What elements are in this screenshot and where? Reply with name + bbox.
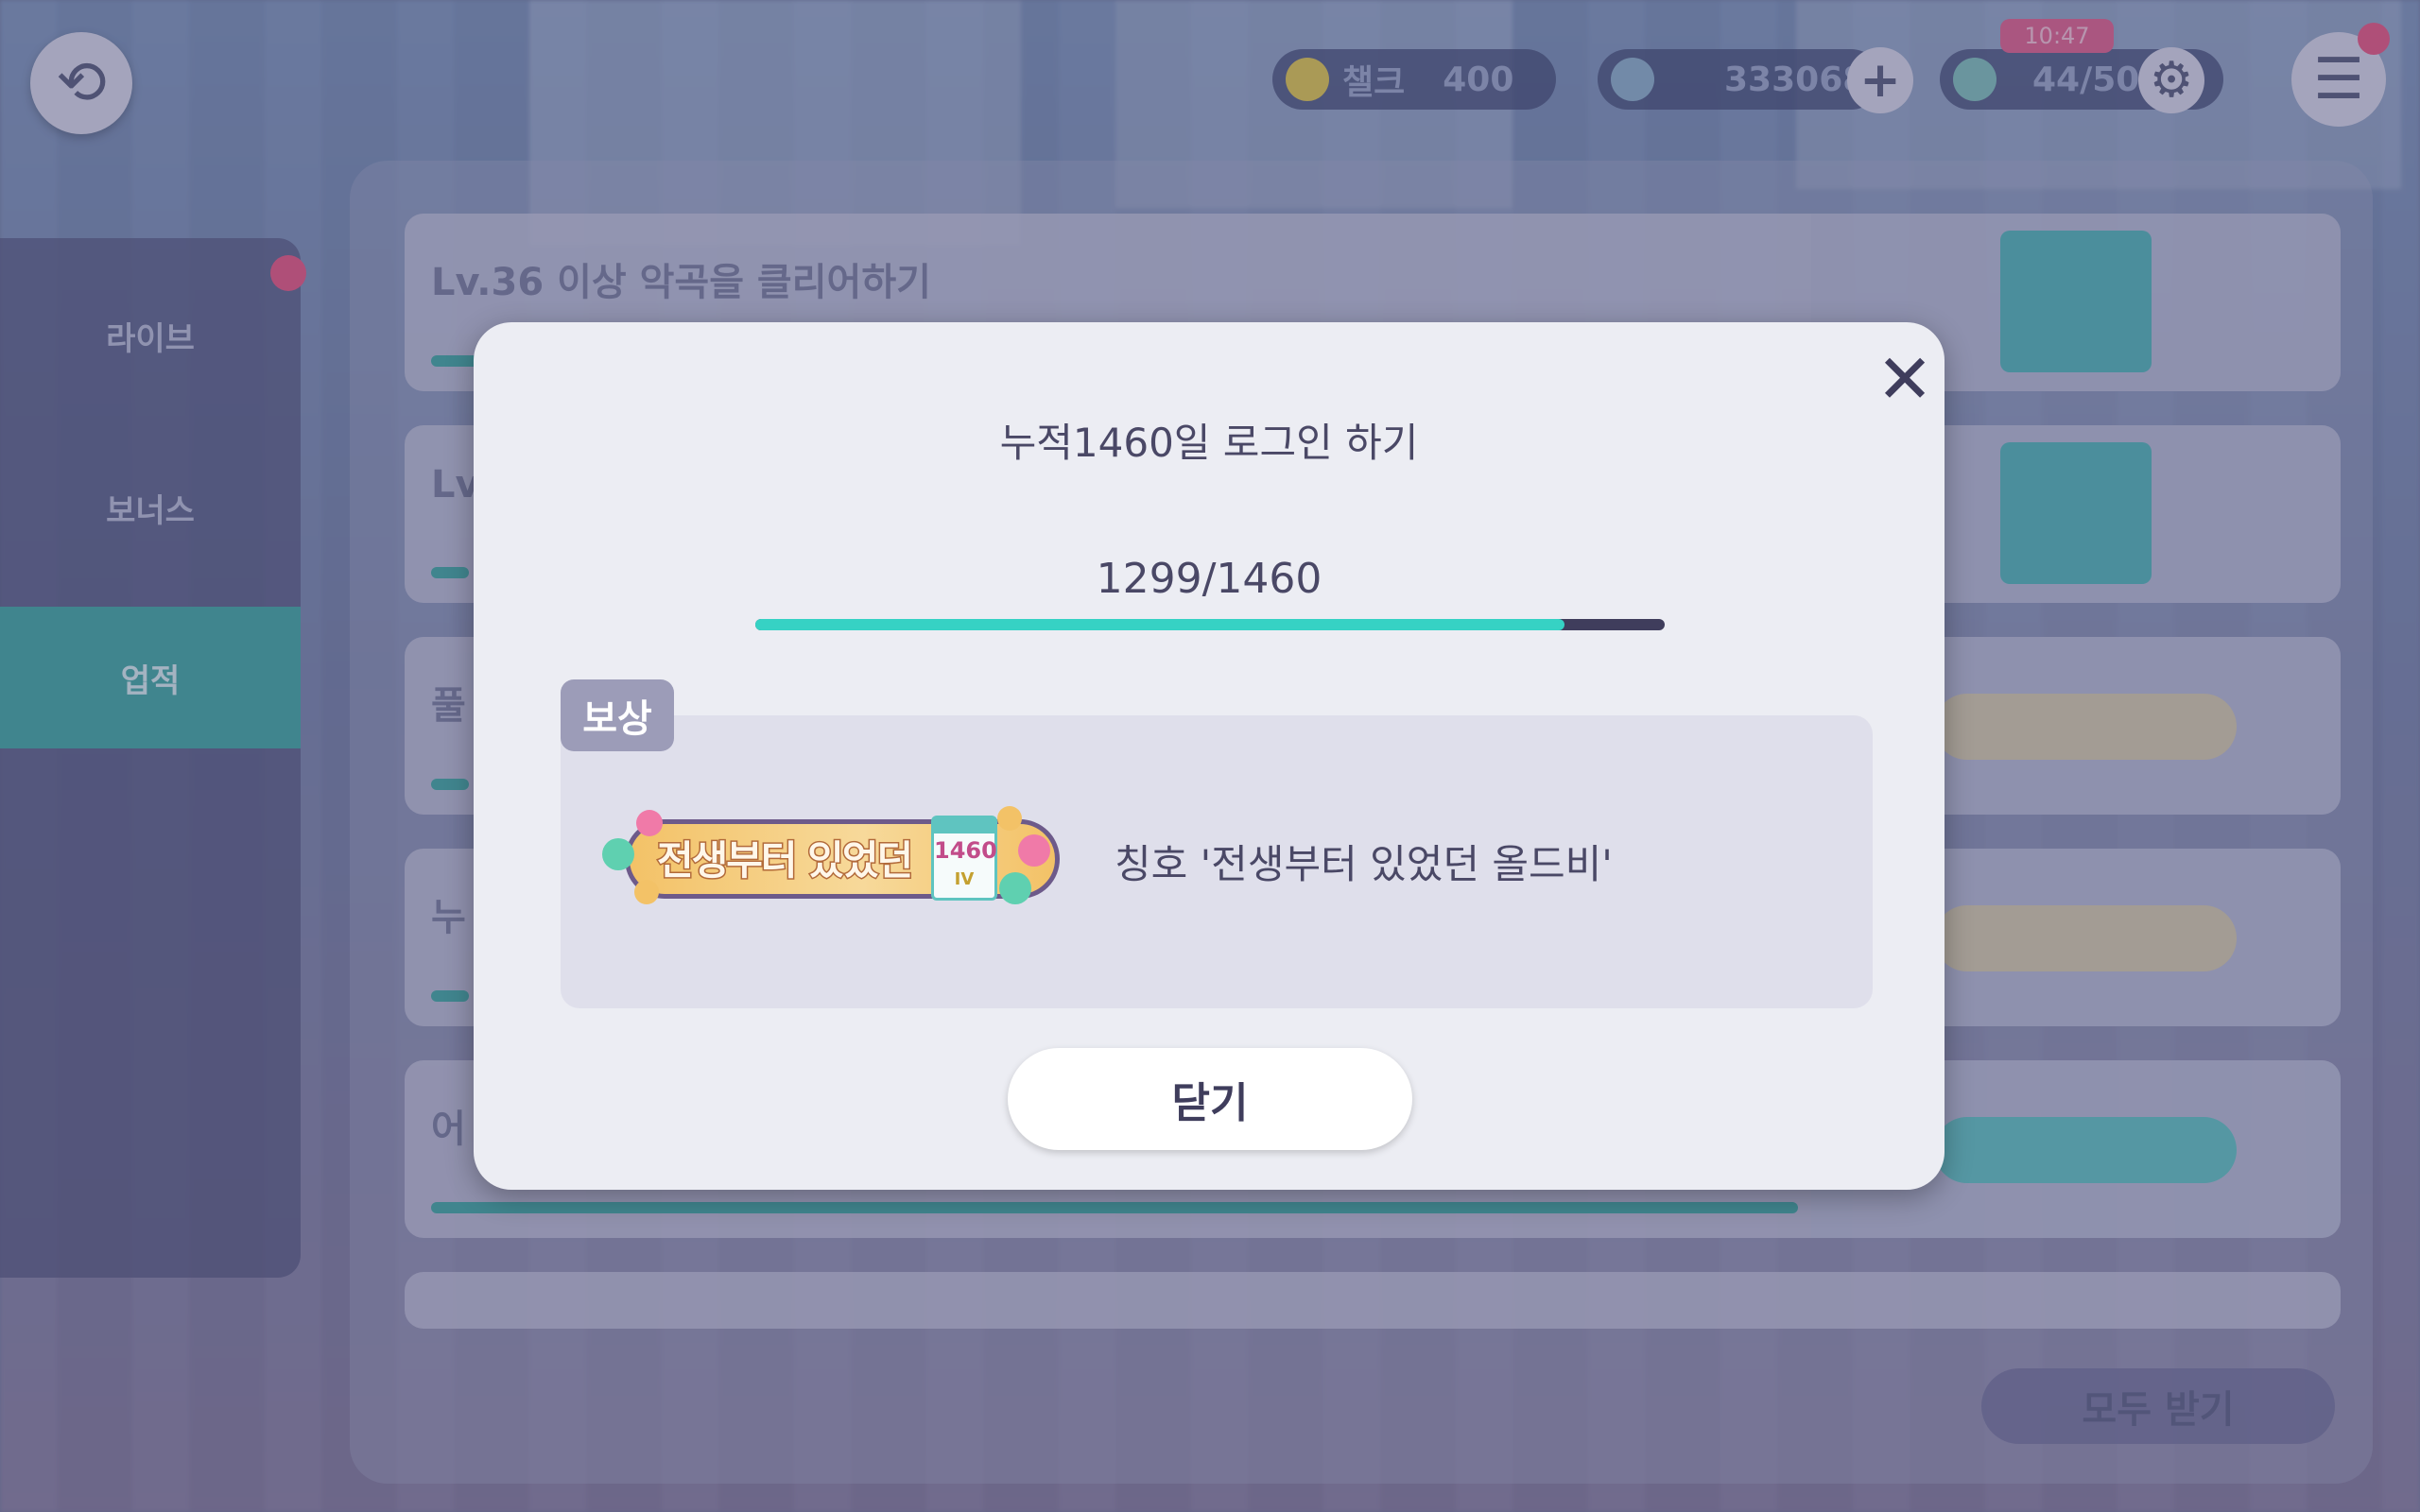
- achievement-detail-modal: ✕ 누적1460일 로그인 하기 1299/1460 보상 전생부터 있었던 1…: [474, 322, 1945, 1190]
- modal-title: 누적1460일 로그인 하기: [999, 420, 1419, 466]
- progress-text: 1299/1460: [1096, 555, 1322, 603]
- flower-icon: [634, 880, 659, 904]
- title-badge-image: 전생부터 있었던 1460 IV: [602, 806, 1084, 912]
- calendar-sub: IV: [954, 869, 975, 889]
- close-icon[interactable]: ✕: [1867, 341, 1943, 417]
- flower-icon: [997, 806, 1022, 831]
- close-button[interactable]: 닫기: [1008, 1048, 1412, 1150]
- badge-text: 전생부터 있었던: [655, 836, 914, 885]
- flower-icon: [999, 872, 1031, 904]
- reward-tag: 보상: [561, 679, 674, 751]
- calendar-top: [934, 818, 994, 833]
- progress-bar-fill: [755, 619, 1564, 630]
- flower-icon: [602, 838, 634, 870]
- progress-bar: [755, 619, 1665, 630]
- reward-name: 칭호 '전생부터 있었던 올드비': [1115, 841, 1613, 887]
- calendar-icon: 1460 IV: [931, 816, 997, 901]
- flower-icon: [1018, 834, 1050, 867]
- calendar-number: 1460: [934, 837, 997, 864]
